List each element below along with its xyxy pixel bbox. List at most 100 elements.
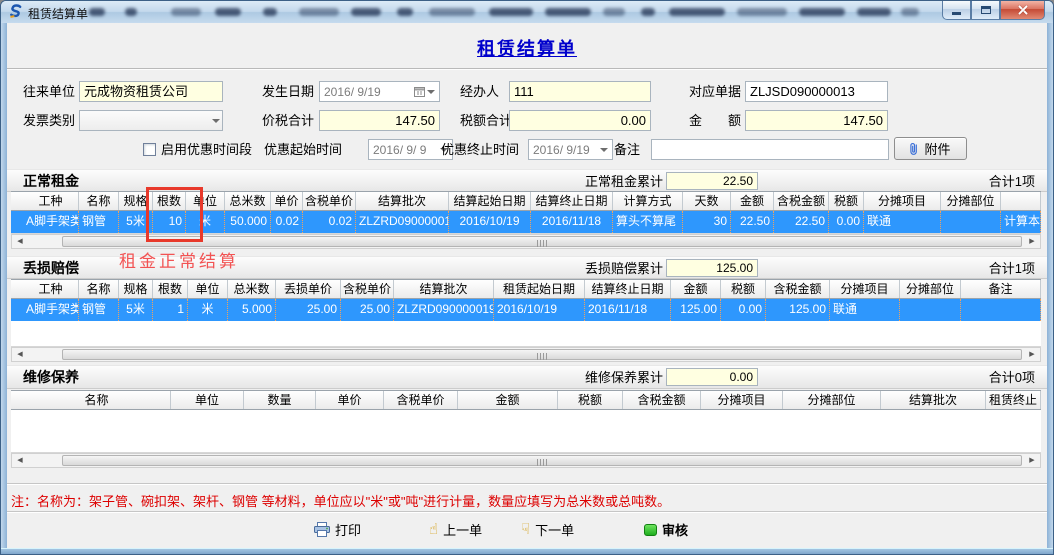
column-header[interactable]: 总米数 <box>228 280 276 299</box>
column-header[interactable]: 结算批次 <box>881 391 986 410</box>
column-header[interactable]: 租赁终止 <box>986 391 1041 410</box>
column-header[interactable]: 名称 <box>79 280 119 299</box>
discount-checkbox[interactable] <box>143 143 156 156</box>
chevron-down-icon[interactable] <box>600 148 608 152</box>
next-doc-button[interactable]: ☟ 下一单 <box>521 520 574 539</box>
column-header[interactable]: 含税单价 <box>303 192 356 211</box>
blurred-menu-item <box>857 8 891 16</box>
scroll-right-icon[interactable]: ▶ <box>1024 348 1040 361</box>
column-header[interactable]: 分摊部位 <box>900 280 961 299</box>
rent-total-label: 正常租金累计 <box>507 171 663 192</box>
column-header[interactable]: 分摊项目 <box>701 391 783 410</box>
column-header[interactable]: 分摊项目 <box>830 280 900 299</box>
attachment-button[interactable]: 附件 <box>894 137 967 160</box>
column-header[interactable]: 工种 <box>23 280 79 299</box>
maximize-button[interactable] <box>971 1 1000 20</box>
column-header[interactable]: 税额 <box>721 280 766 299</box>
table-row[interactable]: A脚手架类钢管5米1米5.00025.0025.00ZLZRD090000019… <box>11 299 1041 321</box>
cell: 25.00 <box>341 299 394 321</box>
previous-doc-button[interactable]: ☝ 上一单 <box>429 520 482 539</box>
column-header[interactable]: 金额 <box>671 280 721 299</box>
column-header[interactable]: 计算方式 <box>613 192 683 211</box>
column-header[interactable]: 结算终止日期 <box>585 280 671 299</box>
column-header[interactable]: 单位 <box>171 391 244 410</box>
scrollbar-track[interactable] <box>28 348 1024 361</box>
print-button[interactable]: 打印 <box>314 520 361 539</box>
cell: 联通 <box>864 211 941 233</box>
column-header[interactable]: 单价 <box>271 192 303 211</box>
window-border-left <box>1 23 7 554</box>
maintenance-grid-hscrollbar[interactable]: ◀ ▶ <box>11 453 1041 468</box>
column-header[interactable]: 结算批次 <box>394 280 494 299</box>
column-header[interactable]: 单价 <box>316 391 384 410</box>
scroll-left-icon[interactable]: ◀ <box>12 454 28 467</box>
close-button[interactable] <box>1000 1 1045 20</box>
column-header[interactable]: 规格 <box>119 280 153 299</box>
audit-button[interactable]: 审核 <box>644 520 688 539</box>
partner-input[interactable]: 元成物资租赁公司 <box>79 81 223 102</box>
cell: A脚手架类 <box>23 211 79 233</box>
scrollbar-thumb[interactable] <box>62 349 1022 360</box>
date-picker[interactable]: 2016/ 9/19 <box>319 81 440 102</box>
scrollbar-thumb[interactable] <box>62 236 1022 247</box>
total-incl-tax-input[interactable]: 147.50 <box>319 110 440 131</box>
scroll-left-icon[interactable]: ◀ <box>12 348 28 361</box>
column-header[interactable]: 分摊项目 <box>864 192 941 211</box>
discount-end-picker[interactable]: 2016/ 9/19 <box>528 139 613 160</box>
cell: 2016/11/18 <box>585 299 671 321</box>
remark-input[interactable] <box>651 139 889 160</box>
column-header[interactable]: 根数 <box>153 280 188 299</box>
column-header[interactable]: 结算起始日期 <box>449 192 531 211</box>
app-window: 租赁结算单 租赁结算单 往来单位 元成物资租赁公司 发生日期 2016/ 9/1… <box>0 0 1054 555</box>
column-header[interactable]: 备注 <box>961 280 1041 299</box>
attachment-button-label: 附件 <box>924 139 950 158</box>
doc-input[interactable]: ZLJSD090000013 <box>745 81 888 102</box>
minimize-button[interactable] <box>942 1 971 20</box>
cell: 0.00 <box>721 299 766 321</box>
blurred-menu-item <box>215 8 241 16</box>
column-header[interactable]: 分摊部位 <box>941 192 1001 211</box>
cell: 50.000 <box>225 211 271 233</box>
column-header[interactable]: 金额 <box>458 391 558 410</box>
column-header[interactable]: 数量 <box>244 391 316 410</box>
column-header[interactable]: 总米数 <box>225 192 271 211</box>
column-header[interactable]: 税额 <box>558 391 623 410</box>
column-header[interactable]: 分摊部位 <box>783 391 881 410</box>
column-header[interactable]: 含税单价 <box>384 391 458 410</box>
scrollbar-track[interactable] <box>28 454 1024 467</box>
column-header[interactable]: 天数 <box>683 192 731 211</box>
scrollbar-thumb[interactable] <box>62 455 1022 466</box>
chevron-down-icon[interactable] <box>427 90 435 94</box>
column-header[interactable]: 工种 <box>23 192 79 211</box>
page-title: 租赁结算单 <box>1 35 1053 61</box>
column-header[interactable]: 含税单价 <box>341 280 394 299</box>
column-header[interactable]: 含税金额 <box>766 280 830 299</box>
column-header[interactable]: 含税金额 <box>774 192 829 211</box>
column-header[interactable]: 金额 <box>731 192 774 211</box>
audit-button-label: 审核 <box>662 520 688 539</box>
partner-label: 往来单位 <box>23 81 75 102</box>
blurred-menu-item <box>263 8 277 16</box>
loss-grid-hscrollbar[interactable]: ◀ ▶ <box>11 347 1041 362</box>
scroll-right-icon[interactable]: ▶ <box>1024 235 1040 248</box>
invoice-type-select[interactable] <box>79 110 223 131</box>
tax-total-input[interactable]: 0.00 <box>509 110 651 131</box>
column-header[interactable]: 结算批次 <box>356 192 449 211</box>
column-header[interactable]: 结算终止日期 <box>531 192 613 211</box>
scroll-left-icon[interactable]: ◀ <box>12 235 28 248</box>
column-header[interactable]: 丢损单价 <box>276 280 341 299</box>
scrollbar-grip-icon <box>537 459 547 466</box>
chevron-down-icon[interactable] <box>212 119 220 123</box>
column-header[interactable] <box>1001 192 1041 211</box>
scroll-right-icon[interactable]: ▶ <box>1024 454 1040 467</box>
column-header[interactable]: 名称 <box>23 391 171 410</box>
column-header[interactable]: 名称 <box>79 192 119 211</box>
column-header[interactable]: 单位 <box>188 280 228 299</box>
column-header[interactable]: 租赁起始日期 <box>494 280 585 299</box>
amount-input[interactable]: 147.50 <box>745 110 888 131</box>
column-header[interactable]: 含税金额 <box>623 391 701 410</box>
column-header[interactable]: 税额 <box>829 192 864 211</box>
scrollbar-grip-icon <box>537 240 547 247</box>
section-count: 合计0项 <box>989 367 1035 388</box>
operator-input[interactable]: 111 <box>509 81 651 102</box>
